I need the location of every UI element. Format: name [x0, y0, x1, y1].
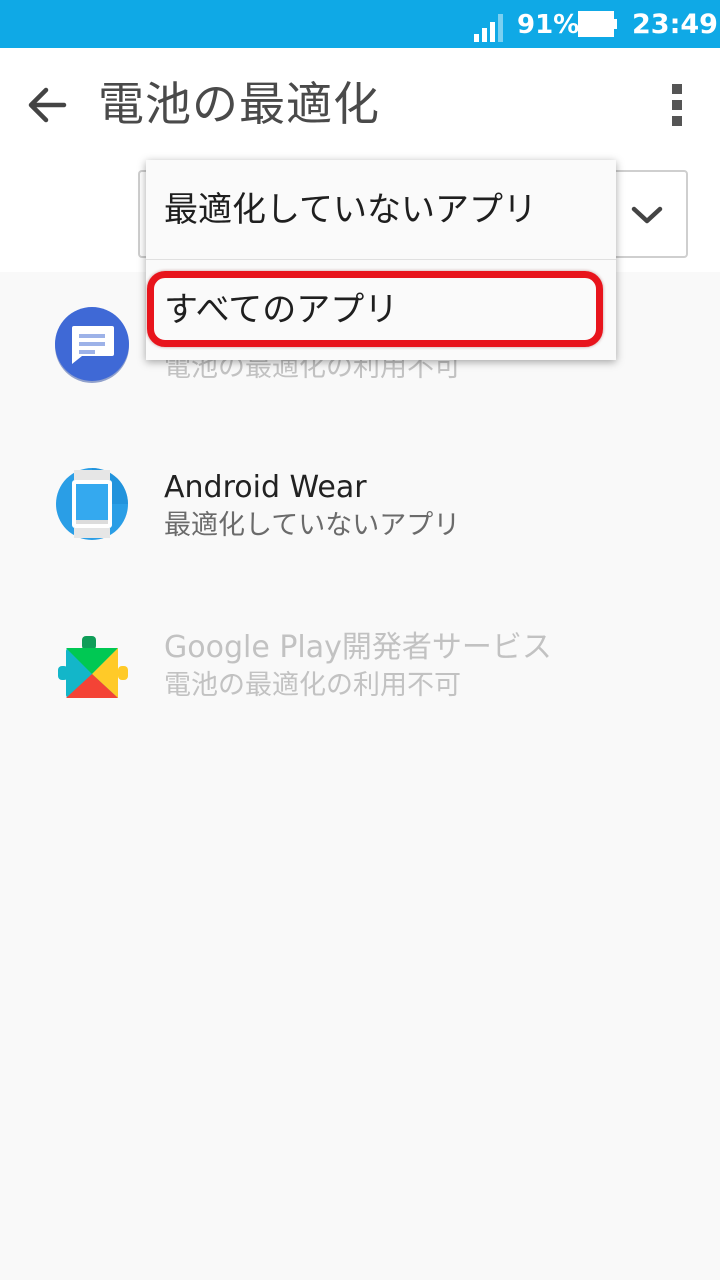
app-name: Android Wear: [164, 470, 367, 505]
more-vert-icon[interactable]: [660, 78, 696, 132]
chevron-down-icon: [631, 206, 663, 224]
app-bar: 電池の最適化: [0, 48, 720, 160]
app-status: 電池の最適化の利用不可: [164, 670, 461, 701]
battery-percent: 91%: [517, 10, 580, 40]
app-name: Google Play開発者サービス: [164, 630, 552, 665]
app-row-android-wear[interactable]: Android Wear 最適化していないアプリ: [0, 432, 720, 592]
signal-icon: [474, 14, 503, 42]
back-arrow-icon[interactable]: [22, 80, 72, 130]
menu-item-unoptimized-apps[interactable]: 最適化していないアプリ: [146, 160, 616, 260]
clock: 23:49: [632, 9, 718, 40]
app-row-google-play-services[interactable]: Google Play開発者サービス 電池の最適化の利用不可: [0, 592, 720, 752]
android-wear-icon: [56, 468, 128, 540]
messages-icon: [55, 307, 129, 383]
status-bar: 91% 23:49: [0, 0, 720, 48]
app-status: 最適化していないアプリ: [164, 510, 461, 541]
highlight-annotation: [147, 271, 603, 347]
battery-icon: [578, 11, 617, 37]
page-title: 電池の最適化: [98, 77, 380, 131]
google-play-services-icon: [58, 636, 128, 698]
